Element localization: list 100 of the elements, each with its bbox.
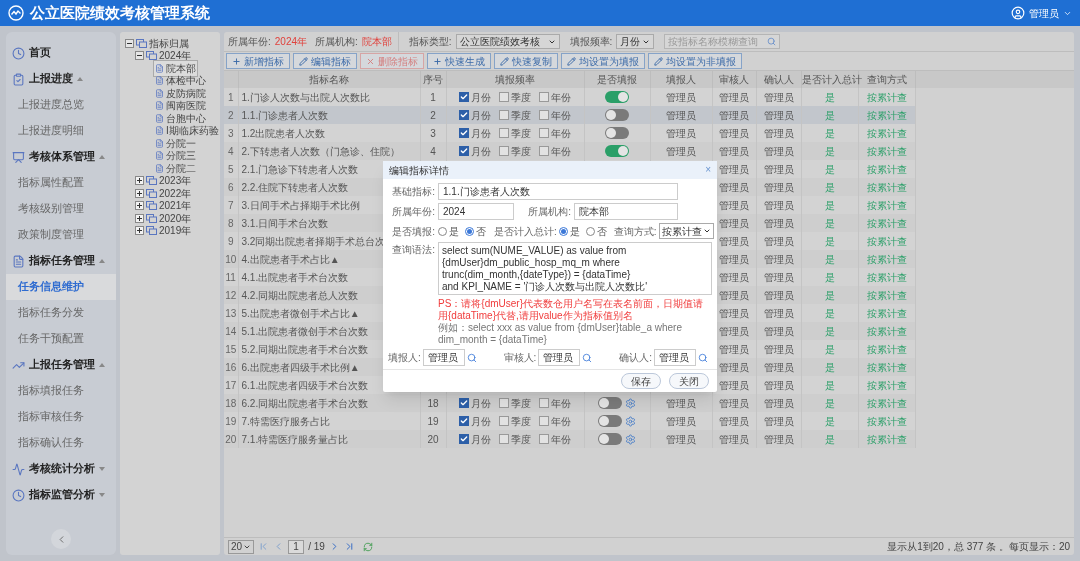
- search-icon[interactable]: [582, 352, 593, 363]
- toolbar-button[interactable]: 均设置为非填报: [648, 53, 742, 69]
- input-field[interactable]: 管理员: [538, 349, 581, 366]
- close-button[interactable]: ×: [705, 165, 711, 175]
- nav-group[interactable]: 首页: [6, 40, 116, 66]
- toolbar-button[interactable]: 编辑指标: [293, 53, 357, 69]
- collapse-button[interactable]: [51, 529, 71, 549]
- toolbar-button[interactable]: 新增指标: [226, 53, 290, 69]
- type-select[interactable]: 公立医院绩效考核: [455, 34, 560, 49]
- collapse-toggle[interactable]: [125, 38, 134, 48]
- table-cell: 管理员: [666, 397, 696, 409]
- toggle-switch[interactable]: [605, 145, 629, 157]
- document-icon: [155, 163, 164, 173]
- checkbox[interactable]: [459, 398, 469, 408]
- nav-item[interactable]: 指标确认任务: [6, 430, 116, 456]
- checkbox-label: 年份: [551, 396, 571, 411]
- input-field[interactable]: 管理员: [654, 349, 696, 366]
- page-size-select[interactable]: 20: [228, 539, 255, 554]
- toggle-switch[interactable]: [605, 127, 629, 139]
- expand-toggle[interactable]: [135, 226, 144, 236]
- query-textarea[interactable]: select sum(NUME_VALUE) as value from {dmUser}dm_public_hosp_mq_m where trunc(dim_month,{dateType}) = {dataTime} and KPI_NAME = '门诊人次数与出院人次数比': [438, 242, 712, 295]
- tree-folder[interactable]: 2019年: [146, 223, 192, 239]
- checkbox[interactable]: [459, 434, 469, 444]
- nav-item[interactable]: 指标审核任务: [6, 404, 116, 430]
- table-cell: 4: [430, 145, 436, 157]
- checkbox[interactable]: [539, 146, 549, 156]
- user-menu[interactable]: 管理员: [1029, 5, 1059, 21]
- checkbox[interactable]: [499, 398, 509, 408]
- table-cell: 3: [430, 127, 436, 139]
- dialog-button[interactable]: 关闭: [669, 373, 709, 389]
- toggle-switch[interactable]: [598, 433, 622, 445]
- input-field[interactable]: 管理员: [422, 349, 465, 366]
- page-input[interactable]: 1: [288, 539, 305, 554]
- tree-item[interactable]: 院本部: [154, 60, 197, 76]
- checkbox-label: 年份: [551, 126, 571, 141]
- nav-group[interactable]: 指标任务管理: [6, 248, 116, 274]
- expand-toggle[interactable]: [135, 213, 144, 223]
- checkbox[interactable]: [499, 146, 509, 156]
- checkbox[interactable]: [499, 416, 509, 426]
- app-title: 公立医院绩效考核管理系统: [30, 2, 210, 23]
- nav-group[interactable]: 指标监管分析: [6, 482, 116, 508]
- frequency-select[interactable]: 月份: [616, 34, 655, 49]
- checkbox-label: 季度: [511, 90, 531, 105]
- tree-folder[interactable]: 指标归属: [136, 35, 189, 51]
- dialog-button[interactable]: 保存: [621, 373, 661, 389]
- settings-icon[interactable]: [625, 433, 636, 445]
- nav-item[interactable]: 指标填报任务: [6, 378, 116, 404]
- checkbox[interactable]: [459, 128, 469, 138]
- checkbox[interactable]: [539, 92, 549, 102]
- input-field[interactable]: 2024: [438, 203, 514, 220]
- checkbox[interactable]: [499, 128, 509, 138]
- nav-group[interactable]: 上报任务管理: [6, 352, 116, 378]
- toggle-switch[interactable]: [598, 415, 622, 427]
- nav-item[interactable]: 考核级别管理: [6, 196, 116, 222]
- nav-item[interactable]: 指标属性配置: [6, 170, 116, 196]
- settings-icon[interactable]: [625, 397, 636, 409]
- nav-item[interactable]: 政策制度管理: [6, 222, 116, 248]
- checkbox[interactable]: [459, 92, 469, 102]
- nav-item[interactable]: 上报进度明细: [6, 118, 116, 144]
- toolbar-button[interactable]: 均设置为填报: [561, 53, 645, 69]
- expand-toggle[interactable]: [135, 188, 144, 198]
- refresh-icon[interactable]: [362, 541, 373, 552]
- settings-icon[interactable]: [625, 415, 636, 427]
- nav-group[interactable]: 上报进度: [6, 66, 116, 92]
- nav-item[interactable]: 指标任务分发: [6, 300, 116, 326]
- avatar-icon[interactable]: [1011, 6, 1025, 20]
- expand-toggle[interactable]: [135, 201, 144, 211]
- nav-item[interactable]: 上报进度总览: [6, 92, 116, 118]
- checkbox[interactable]: [499, 434, 509, 444]
- toolbar-button[interactable]: 快速复制: [494, 53, 558, 69]
- table-cell: 19: [427, 415, 439, 427]
- checkbox[interactable]: [539, 398, 549, 408]
- toolbar-button[interactable]: 快速生成: [427, 53, 491, 69]
- hint-text: PS：请将{dmUser}代表数仓用户名写在表名前面，日期值请用{dataTime}代替,请用value作为指标值别名: [438, 298, 705, 322]
- checkbox[interactable]: [539, 416, 549, 426]
- input-field[interactable]: 院本部: [574, 203, 678, 220]
- checkbox[interactable]: [539, 128, 549, 138]
- query-select[interactable]: 按累计查: [658, 223, 714, 239]
- search-icon[interactable]: [767, 37, 777, 46]
- nav-item[interactable]: 任务干预配置: [6, 326, 116, 352]
- toggle-switch[interactable]: [605, 91, 629, 103]
- input-field[interactable]: 1.1.门诊患者人次数: [438, 183, 678, 200]
- collapse-toggle[interactable]: [135, 51, 144, 61]
- nav-group[interactable]: 考核统计分析: [6, 456, 116, 482]
- checkbox[interactable]: [459, 146, 469, 156]
- table-cell: 是: [801, 430, 858, 448]
- toggle-switch[interactable]: [605, 109, 629, 121]
- search-icon[interactable]: [466, 352, 477, 363]
- checkbox[interactable]: [499, 92, 509, 102]
- checkbox[interactable]: [459, 110, 469, 120]
- nav-item[interactable]: 任务信息维护: [6, 274, 116, 300]
- search-icon[interactable]: [698, 352, 708, 363]
- table-row[interactable]: 1 1.门诊人次数与出院人次数比 1 月份 季度 年份 管理员 管理员 管理员 是 按累计查: [224, 88, 1074, 106]
- expand-toggle[interactable]: [135, 176, 144, 186]
- checkbox[interactable]: [539, 110, 549, 120]
- checkbox[interactable]: [459, 416, 469, 426]
- checkbox[interactable]: [539, 434, 549, 444]
- checkbox[interactable]: [499, 110, 509, 120]
- toggle-switch[interactable]: [598, 397, 622, 409]
- nav-group[interactable]: 考核体系管理: [6, 144, 116, 170]
